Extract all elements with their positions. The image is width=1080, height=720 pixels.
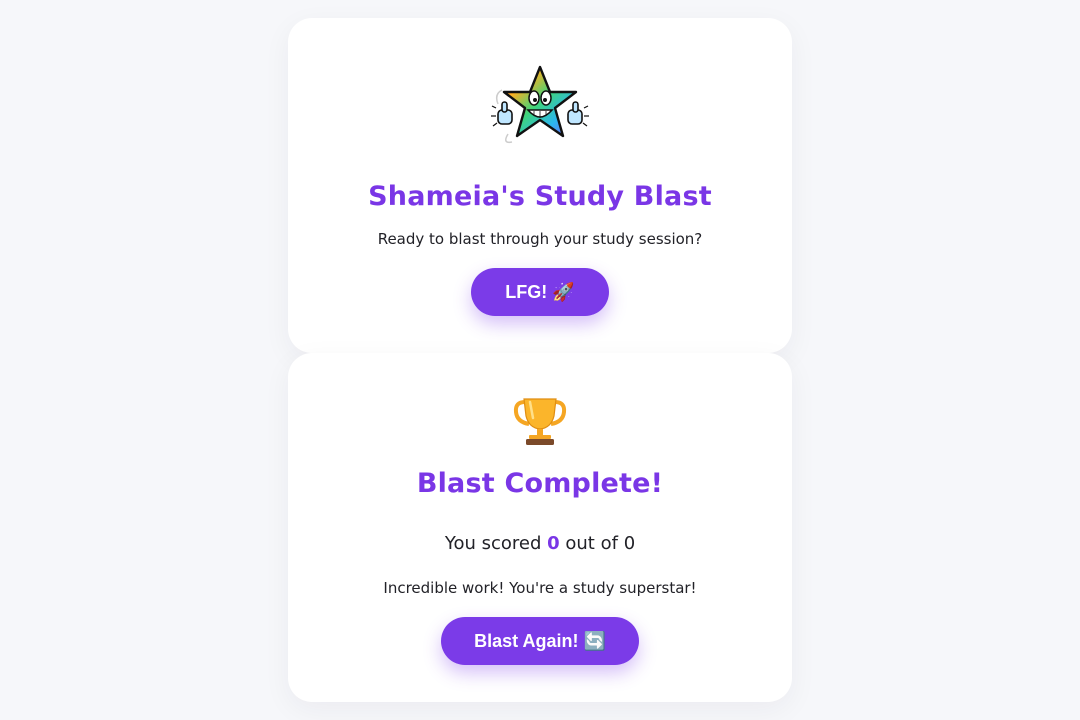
score-text: You scored 0 out of 0 xyxy=(288,533,792,554)
result-message: Incredible work! You're a study supersta… xyxy=(383,579,697,597)
result-title: Blast Complete! xyxy=(416,468,664,499)
app-stage: Shameia's Study Blast Ready to blast thr… xyxy=(0,0,1080,720)
score-total: 0 xyxy=(623,533,636,554)
start-button[interactable]: LFG! 🚀 xyxy=(471,268,609,316)
score-middle: out of xyxy=(565,533,618,554)
app-title: Shameia's Study Blast xyxy=(368,181,712,212)
trophy-icon xyxy=(513,396,567,446)
blast-again-button[interactable]: Blast Again! 🔄 xyxy=(441,617,639,665)
score-value: 0 xyxy=(547,533,560,554)
start-subtitle: Ready to blast through your study sessio… xyxy=(377,230,703,248)
score-prefix: You scored xyxy=(444,533,542,554)
rainbow-star-mascot-icon xyxy=(488,64,592,148)
